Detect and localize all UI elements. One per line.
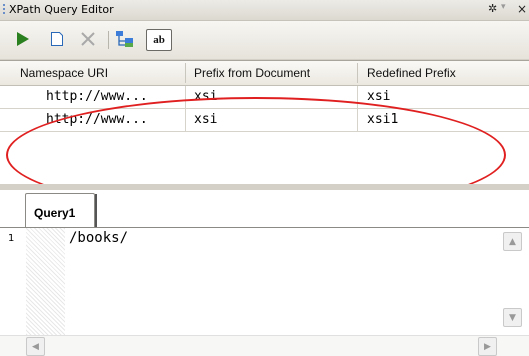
- column-divider[interactable]: [185, 63, 186, 83]
- namespace-tree-icon: [116, 31, 133, 47]
- dropdown-icon[interactable]: ▾: [501, 2, 506, 12]
- new-query-button[interactable]: [47, 29, 67, 49]
- title-bar: XPath Query Editor ✲ ▾ ×: [0, 0, 529, 21]
- column-header-redefined-prefix[interactable]: Redefined Prefix: [367, 66, 456, 80]
- scroll-down-icon[interactable]: ▼: [503, 308, 522, 327]
- line-number: 1: [8, 233, 15, 244]
- xpath-query-editor-panel: XPath Query Editor ✲ ▾ × ab Namespace UR…: [0, 0, 529, 356]
- scroll-left-icon[interactable]: ◀: [26, 337, 45, 356]
- pin-icon[interactable]: ✲: [488, 2, 497, 15]
- run-query-button[interactable]: [12, 29, 32, 49]
- delete-query-button[interactable]: [78, 29, 98, 49]
- tab-query1[interactable]: Query1: [25, 193, 95, 229]
- tab-edge: [95, 194, 97, 228]
- tab-label: Query1: [34, 206, 76, 220]
- abbreviate-icon: ab: [153, 34, 165, 46]
- delete-icon: [81, 32, 95, 46]
- namespace-uri-cell: http://www...: [46, 89, 148, 104]
- play-icon: [17, 32, 29, 46]
- column-header-prefix-from-document[interactable]: Prefix from Document: [194, 66, 310, 80]
- toolbar: ab: [0, 21, 529, 59]
- vertical-scrollbar[interactable]: ▲ ▼: [496, 228, 529, 336]
- namespace-table: Namespace URI Prefix from Document Redef…: [0, 60, 529, 213]
- panel-title: XPath Query Editor: [9, 3, 114, 16]
- redefined-prefix-cell[interactable]: xsi: [367, 89, 390, 104]
- namespaces-button[interactable]: [115, 29, 135, 49]
- column-divider[interactable]: [357, 63, 358, 83]
- table-header: Namespace URI Prefix from Document Redef…: [0, 61, 529, 86]
- close-icon[interactable]: ×: [517, 2, 527, 16]
- column-header-namespace-uri[interactable]: Namespace URI: [20, 66, 108, 80]
- query-text[interactable]: /books/: [69, 230, 128, 246]
- toolbar-separator: [108, 31, 109, 49]
- horizontal-scrollbar[interactable]: ◀ ▶: [0, 335, 529, 356]
- scroll-up-icon[interactable]: ▲: [503, 232, 522, 251]
- grip-icon[interactable]: [3, 4, 5, 16]
- abbreviate-button[interactable]: ab: [146, 29, 172, 51]
- new-document-icon: [51, 32, 63, 46]
- scroll-right-icon[interactable]: ▶: [478, 337, 497, 356]
